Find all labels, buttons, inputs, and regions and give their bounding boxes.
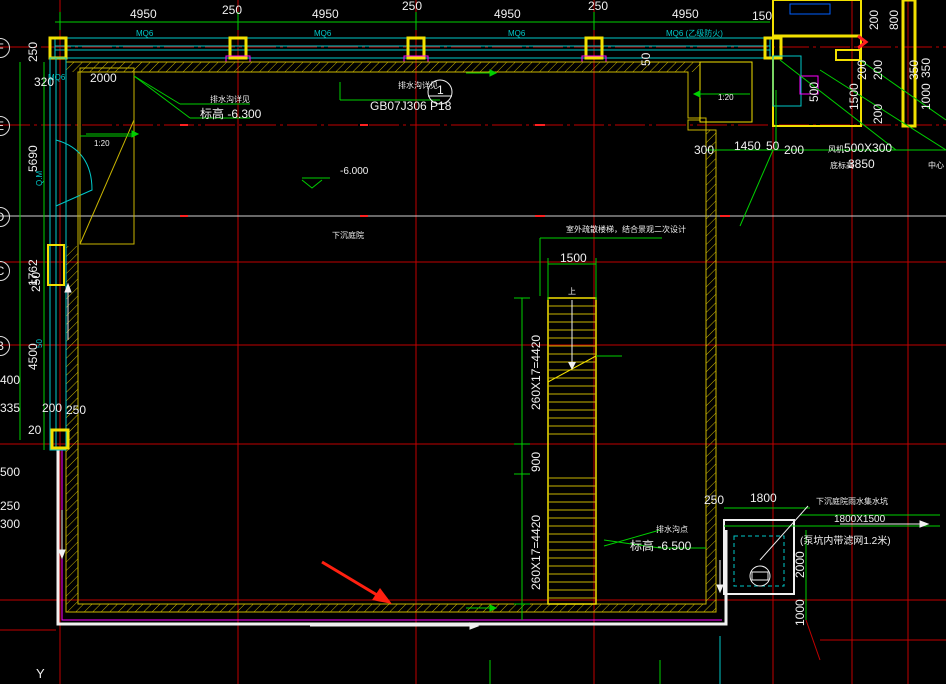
dim-250: 250 — [704, 493, 725, 507]
vent-elev-val: 3850 — [848, 157, 875, 171]
left-dim-11: 200 — [42, 401, 63, 415]
drain-note: 排水沟详见 — [210, 95, 250, 104]
top-dim-7: 4950 — [672, 7, 699, 21]
wall-tag-4: MQ6 (乙级防火) — [666, 29, 723, 38]
detail-ref: GB07J306 P18 — [370, 99, 452, 113]
drain-box[interactable] — [79, 67, 135, 245]
detail-note: 排水沟详见 — [398, 81, 438, 90]
left-dim-14: 500 — [0, 465, 21, 479]
top-dim-2: 250 — [222, 3, 243, 17]
cad-drawing-canvas[interactable] — [0, 0, 946, 684]
right-dim-3: 200 — [871, 103, 885, 124]
top-dim-3: 4950 — [312, 7, 339, 21]
right-dim-2: 1500 — [847, 83, 861, 110]
drain-point: 排水沟点 — [656, 525, 688, 534]
top-dim-ticks — [59, 12, 774, 30]
left-dim-10: 335 — [0, 401, 21, 415]
leaders-left — [19, 62, 706, 549]
pit-label: 下沉庭院雨水集水坑 — [816, 497, 888, 506]
right-dim-1: 500 — [807, 81, 821, 102]
wall-tag-1: MQ6 — [136, 29, 154, 38]
top-dim-4: 250 — [402, 0, 423, 13]
left-dim-13: 250 — [66, 403, 87, 417]
pit-size: 1800X1500 — [834, 514, 886, 525]
stair-dim-3: 260X17=4420 — [529, 514, 543, 590]
outer-boundary — [56, 450, 728, 626]
left-dim-8: 4500 — [26, 343, 40, 370]
dim-300: 300 — [694, 143, 715, 157]
left-dim-12: 20 — [28, 423, 42, 437]
dim-1000: 1000 — [793, 599, 807, 626]
elev-top: 标高 -6.300 — [200, 107, 262, 121]
pit-pump: (泵坑内带滤网1.2米) — [800, 536, 891, 547]
right-dim-4: 200 — [871, 59, 885, 80]
area-name: 下沉庭院 — [332, 231, 364, 240]
top-dim-6: 250 — [588, 0, 609, 13]
grid-lines — [0, 0, 946, 684]
wall-tag-2: MQ6 — [314, 29, 332, 38]
top-dim-9: 200 — [867, 9, 881, 30]
left-dim-4: Q.M — [35, 170, 44, 186]
dim-2000b: 2000 — [793, 551, 807, 578]
small-arrows — [86, 69, 750, 612]
dim-50: 50 — [766, 139, 780, 153]
center-label: 中心 — [928, 161, 944, 170]
left-dim-2: 320 — [34, 75, 55, 89]
elev-mid: -6.000 — [340, 166, 369, 177]
slope-label-1: 1:20 — [94, 139, 110, 148]
top-dim-8: 150 — [752, 9, 773, 23]
courtyard-walls[interactable] — [65, 61, 717, 613]
stair-dim-1: 260X17=4420 — [529, 334, 543, 410]
stair-dim-2: 900 — [529, 451, 543, 472]
detail-bubble-num: 1 — [437, 83, 444, 97]
grid-ticks — [180, 124, 730, 217]
dim-1450: 1450 — [734, 139, 761, 153]
slope-label-2: 1:20 — [718, 93, 734, 102]
left-dim-15: 250 — [0, 499, 21, 513]
left-dim-9: 400 — [0, 373, 21, 387]
misc-markers — [0, 619, 946, 684]
vent-size: 500X300 — [844, 141, 893, 155]
right-tag: 50 — [639, 52, 653, 66]
outer-boundary-magenta — [61, 450, 722, 621]
pointer-arrow — [321, 560, 392, 604]
elev-bottom: 标高 -6.500 — [630, 539, 692, 553]
axis-y-label: Y — [36, 666, 45, 681]
wall-tag-3: MQ6 — [508, 29, 526, 38]
vent-label: 风机 — [828, 145, 844, 154]
dim-2000: 2000 — [90, 71, 117, 85]
dim-1800: 1800 — [750, 491, 777, 505]
right-dim-5: 1000 — [919, 83, 933, 110]
left-dim-3: 5690 — [26, 145, 40, 172]
right-dim-7: 200 — [855, 59, 869, 80]
stair-width: 1500 — [560, 251, 587, 265]
staircase[interactable] — [547, 297, 597, 605]
top-dim-5: 4950 — [494, 7, 521, 21]
stair-up: 上 — [568, 287, 576, 296]
stair-note: 室外疏散楼梯，结合景观二次设计 — [566, 225, 686, 234]
left-dim-6: 250 — [29, 271, 43, 292]
right-dim-6: 350 — [919, 57, 933, 78]
dim-200: 200 — [784, 143, 805, 157]
top-dim-10: 800 — [887, 9, 901, 30]
left-dim-16: 300 — [0, 517, 21, 531]
top-dim-1: 4950 — [130, 7, 157, 21]
collection-pit[interactable] — [723, 519, 795, 595]
left-dim-1: 250 — [26, 41, 40, 62]
